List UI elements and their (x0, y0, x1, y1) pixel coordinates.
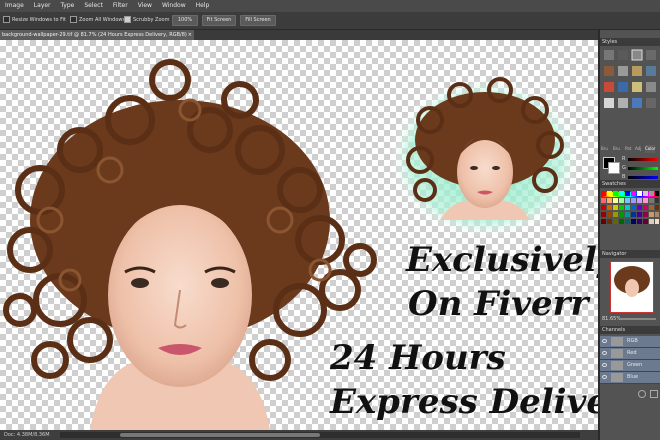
menu-filter[interactable]: Filter (108, 0, 133, 12)
document-tab-title: background-wallpaper-29.tif @ 81.7% (24 … (2, 32, 187, 38)
menu-image[interactable]: Image (0, 0, 29, 12)
eye-icon[interactable] (602, 363, 607, 367)
channel-thumbnail (611, 349, 623, 358)
channel-thumbnail (611, 337, 623, 346)
navigator-thumbnail (611, 266, 653, 312)
load-selection-icon[interactable] (638, 390, 646, 398)
styles-grid[interactable] (602, 48, 658, 138)
document-tab[interactable]: background-wallpaper-29.tif @ 81.7% (24 … (0, 30, 194, 40)
right-panel-dock: Styles Bru Bru Pat Adj Color R G B Swatc… (600, 30, 660, 440)
channel-row-red[interactable]: Red (600, 348, 660, 360)
red-label: R (622, 156, 626, 162)
tab-paths[interactable]: Pat (625, 145, 631, 153)
navigator-panel-header[interactable]: Navigator (600, 250, 660, 258)
navigator-zoom-slider[interactable] (620, 318, 656, 320)
fill-screen-button[interactable]: Fill Screen (240, 15, 276, 26)
channels-panel-header[interactable]: Channels (600, 326, 660, 334)
menu-bar: Image Layer Type Select Filter View Window Help (0, 0, 660, 12)
navigator-preview[interactable] (610, 261, 654, 313)
status-bar: Doc: 4.38M/8.36M (0, 430, 598, 440)
menu-select[interactable]: Select (79, 0, 108, 12)
horizontal-scrollbar[interactable] (60, 432, 580, 438)
menu-window[interactable]: Window (157, 0, 191, 12)
channel-row-blue[interactable]: Blue (600, 372, 660, 384)
channel-row-green[interactable]: Green (600, 360, 660, 372)
scrubby-zoom-label: Scrubby Zoom (133, 17, 170, 23)
close-icon[interactable]: × (188, 30, 192, 40)
eye-icon[interactable] (602, 375, 607, 379)
zoom-all-checkbox[interactable] (70, 16, 77, 23)
background-color[interactable] (608, 162, 620, 174)
doc-size: Doc: 4.38M/8.36M (4, 432, 50, 438)
promo-line-1: Exclusively (406, 240, 598, 280)
red-slider[interactable] (628, 158, 658, 161)
scroll-thumb[interactable] (120, 433, 320, 437)
zoom-all-option[interactable]: Zoom All Windows (70, 16, 125, 25)
menu-type[interactable]: Type (56, 0, 80, 12)
photo-artwork (3, 59, 580, 430)
resize-windows-option[interactable]: Resize Windows to Fit (3, 16, 66, 25)
channel-label: Blue (627, 374, 639, 380)
channel-label: RGB (627, 338, 638, 344)
styles-panel-header[interactable]: Styles (600, 38, 660, 46)
channel-thumbnail (611, 361, 623, 370)
blue-slider[interactable] (628, 176, 658, 179)
document-canvas[interactable]: Exclusively On Fiverr 24 Hours Express D… (0, 40, 598, 430)
zoom-100-button[interactable]: 100% (172, 15, 198, 26)
eye-icon[interactable] (602, 351, 607, 355)
promo-line-3: 24 Hours (330, 338, 506, 378)
swatch-grid[interactable] (600, 190, 660, 252)
swatches-panel-header[interactable]: Swatches (600, 180, 660, 188)
tab-adjustments[interactable]: Adj (635, 145, 641, 153)
resize-windows-label: Resize Windows to Fit (12, 17, 66, 23)
tab-brush-presets[interactable]: Bru (613, 145, 620, 153)
channel-label: Red (627, 350, 637, 356)
promo-line-2: On Fiverr (408, 284, 589, 324)
options-bar: Resize Windows to Fit Zoom All Windows S… (0, 12, 660, 30)
channel-row-rgb[interactable]: RGB (600, 336, 660, 348)
new-channel-icon[interactable] (650, 390, 658, 398)
scrubby-zoom-option[interactable]: Scrubby Zoom (124, 16, 169, 25)
resize-windows-checkbox[interactable] (3, 16, 10, 23)
tab-color[interactable]: Color (645, 145, 656, 153)
tab-brush[interactable]: Bru (601, 145, 608, 153)
fit-screen-button[interactable]: Fit Screen (202, 15, 236, 26)
menu-view[interactable]: View (133, 0, 157, 12)
eye-icon[interactable] (602, 339, 607, 343)
navigator-zoom-value[interactable]: 81.65% (602, 316, 621, 322)
green-slider[interactable] (628, 167, 658, 170)
scrubby-zoom-checkbox[interactable] (124, 16, 131, 23)
channel-label: Green (627, 362, 643, 368)
menu-help[interactable]: Help (191, 0, 215, 12)
zoom-all-label: Zoom All Windows (79, 17, 126, 23)
channel-thumbnail (611, 373, 623, 382)
menu-layer[interactable]: Layer (29, 0, 56, 12)
promo-line-4: Express Delivery (330, 382, 598, 422)
green-label: G (622, 165, 626, 171)
document-tab-bar: background-wallpaper-29.tif @ 81.7% (24 … (0, 30, 598, 40)
